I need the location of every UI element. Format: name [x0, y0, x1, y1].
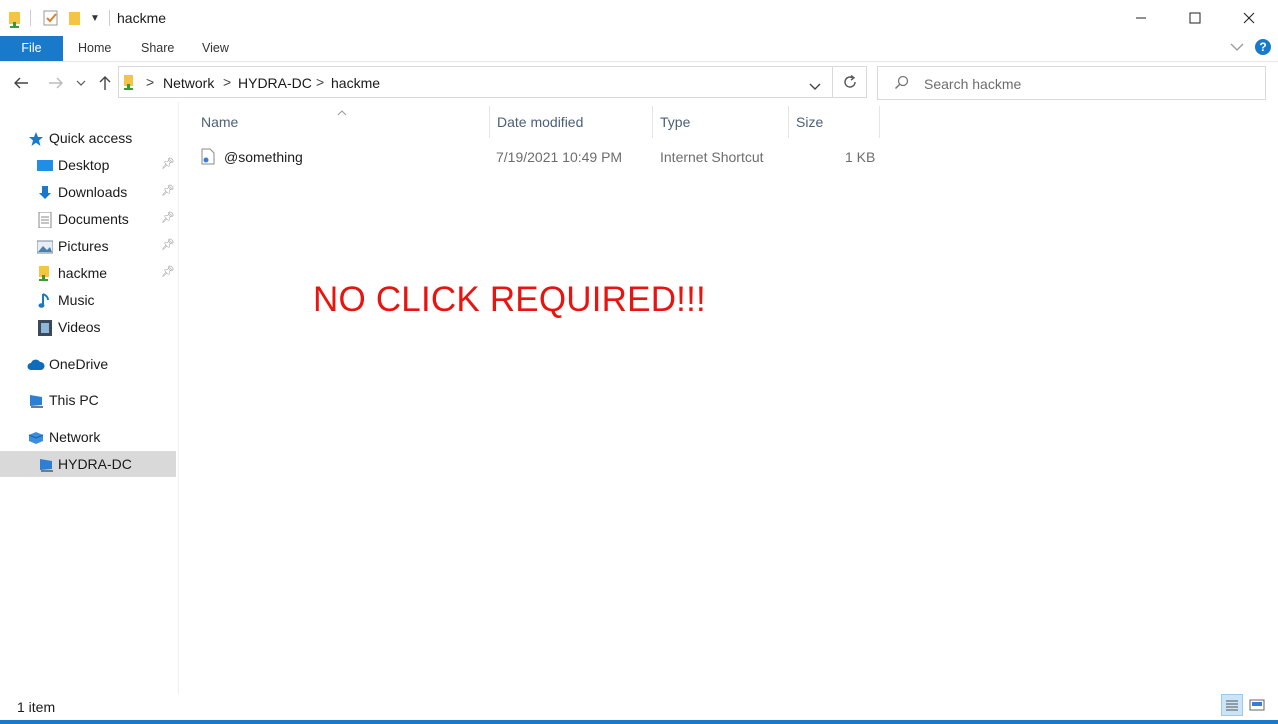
folder-icon: [37, 266, 53, 282]
pin-icon: 📌︎: [161, 185, 175, 197]
column-divider[interactable]: [652, 106, 653, 138]
nav-label: Music: [58, 292, 95, 308]
forward-button[interactable]: [44, 70, 68, 96]
pin-icon: 📌︎: [161, 239, 175, 251]
nav-label: Downloads: [58, 184, 128, 200]
recent-locations-button[interactable]: [72, 70, 90, 96]
nav-item-documents[interactable]: Documents 📌︎: [0, 206, 176, 232]
back-button[interactable]: [9, 70, 33, 96]
nav-item-videos[interactable]: Videos: [0, 314, 176, 340]
column-header-size[interactable]: Size: [796, 114, 823, 130]
close-button[interactable]: [1222, 0, 1276, 36]
minimize-button[interactable]: [1114, 0, 1168, 36]
file-type: Internet Shortcut: [660, 149, 764, 165]
breadcrumb-network[interactable]: Network: [163, 75, 214, 91]
pin-icon: 📌︎: [161, 212, 175, 224]
desktop-icon: [37, 158, 53, 174]
tab-view[interactable]: View: [202, 36, 229, 61]
nav-label: OneDrive: [49, 356, 109, 372]
nav-label: Network: [49, 429, 101, 445]
nav-label: hackme: [58, 265, 108, 281]
downloads-icon: [37, 185, 53, 201]
help-icon[interactable]: ?: [1255, 39, 1271, 55]
breadcrumb-hydra-dc[interactable]: HYDRA-DC: [238, 75, 312, 91]
maximize-button[interactable]: [1168, 0, 1222, 36]
file-date: 7/19/2021 10:49 PM: [496, 149, 623, 165]
internet-shortcut-icon: [201, 148, 215, 170]
nav-label: Desktop: [58, 157, 110, 173]
file-size: 1 KB: [845, 149, 876, 165]
network-icon: [27, 430, 44, 446]
tab-home[interactable]: Home: [78, 36, 111, 61]
column-divider[interactable]: [788, 106, 789, 138]
large-icons-view-icon: [1249, 699, 1265, 711]
pin-icon: 📌︎: [161, 158, 175, 170]
details-view-icon: [1226, 700, 1238, 711]
breadcrumb-separator[interactable]: >: [146, 74, 154, 90]
breadcrumb-separator[interactable]: >: [223, 74, 231, 90]
nav-item-downloads[interactable]: Downloads 📌︎: [0, 179, 176, 205]
nav-label: This PC: [49, 392, 99, 408]
search-icon: [894, 75, 910, 96]
divider: [109, 10, 110, 26]
nav-label: HYDRA-DC: [58, 456, 132, 472]
refresh-button[interactable]: [833, 66, 867, 98]
nav-label: Pictures: [58, 238, 109, 254]
nav-onedrive[interactable]: OneDrive: [0, 351, 176, 377]
nav-network[interactable]: Network: [0, 424, 176, 450]
breadcrumb-hackme[interactable]: hackme: [331, 75, 380, 91]
search-input[interactable]: [922, 73, 1256, 95]
window-bottom-border: [0, 720, 1278, 724]
nav-this-pc[interactable]: This PC: [0, 387, 176, 413]
nav-label: Videos: [58, 319, 101, 335]
computer-icon: [28, 393, 44, 409]
file-name: @something: [224, 149, 303, 165]
new-folder-icon[interactable]: [68, 10, 82, 31]
up-button[interactable]: [93, 70, 117, 96]
large-icons-view-button[interactable]: [1246, 694, 1268, 716]
nav-quick-access[interactable]: Quick access: [0, 125, 176, 151]
tab-file[interactable]: File: [0, 36, 63, 61]
navigation-pane: Quick access Desktop 📌︎ Downloads 📌︎ Doc…: [0, 102, 179, 694]
customize-toolbar-icon[interactable]: ▼: [90, 13, 100, 24]
explorer-folder-icon: [7, 10, 23, 33]
documents-icon: [37, 211, 53, 229]
star-icon: [28, 131, 44, 147]
nav-hydra-dc[interactable]: HYDRA-DC: [0, 451, 176, 477]
column-header-name[interactable]: Name: [201, 114, 238, 130]
status-item-count: 1 item: [17, 699, 56, 715]
divider: [30, 10, 31, 26]
details-view-button[interactable]: [1221, 694, 1243, 716]
address-bar[interactable]: > Network > HYDRA-DC > hackme: [118, 66, 833, 98]
expand-ribbon-icon[interactable]: [1230, 40, 1244, 55]
computer-icon: [38, 457, 54, 473]
pictures-icon: [36, 239, 54, 255]
pin-icon: 📌︎: [161, 266, 175, 278]
search-box[interactable]: [877, 66, 1266, 100]
nav-item-hackme[interactable]: hackme 📌︎: [0, 260, 176, 286]
nav-item-pictures[interactable]: Pictures 📌︎: [0, 233, 176, 259]
cloud-icon: [27, 357, 45, 373]
title-bar: ▼ hackme: [0, 0, 1278, 36]
location-icon: [122, 74, 136, 97]
music-icon: [37, 293, 53, 309]
refresh-icon: [843, 74, 856, 88]
column-divider[interactable]: [879, 106, 880, 138]
nav-item-music[interactable]: Music: [0, 287, 176, 313]
address-dropdown-icon[interactable]: [809, 78, 821, 96]
nav-item-desktop[interactable]: Desktop 📌︎: [0, 152, 176, 178]
overlay-caption: NO CLICK REQUIRED!!!: [313, 280, 706, 319]
tab-share[interactable]: Share: [141, 36, 174, 61]
column-header-date-modified[interactable]: Date modified: [497, 114, 583, 130]
videos-icon: [37, 320, 53, 336]
properties-icon[interactable]: [43, 10, 59, 31]
column-header-type[interactable]: Type: [660, 114, 690, 130]
ribbon-tabs: File Home Share View ?: [0, 36, 1278, 62]
sort-ascending-icon: [337, 103, 347, 121]
nav-label: Documents: [58, 211, 129, 227]
breadcrumb-separator[interactable]: >: [316, 74, 324, 90]
window-title: hackme: [117, 10, 167, 26]
column-divider[interactable]: [489, 106, 490, 138]
nav-label: Quick access: [49, 130, 133, 146]
